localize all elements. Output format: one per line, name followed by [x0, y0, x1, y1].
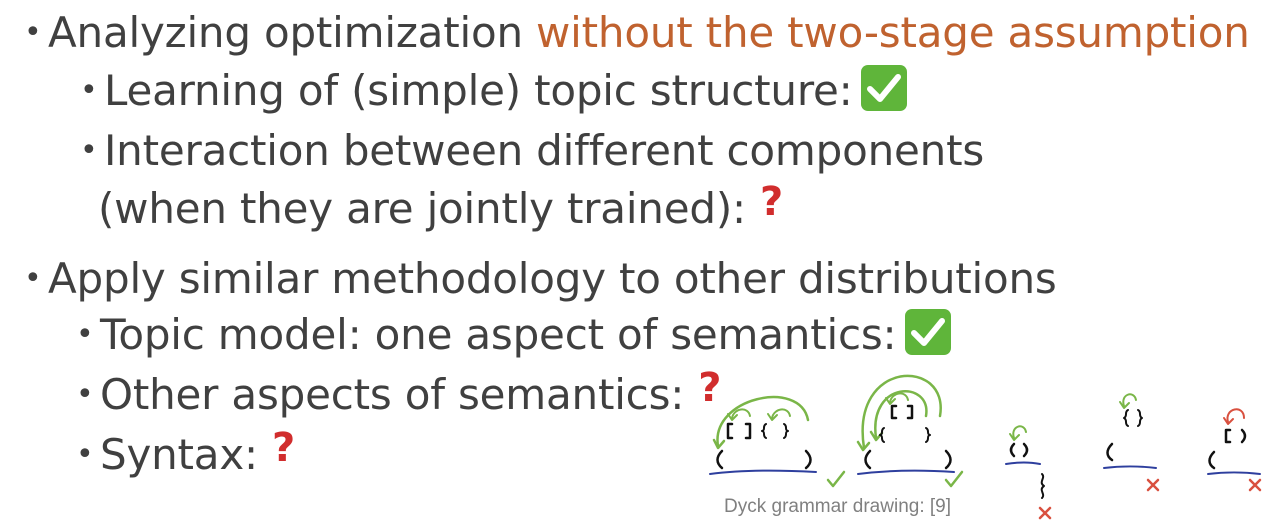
- bullet-1-accent-text: without the two-stage assumption: [536, 8, 1250, 57]
- bullet-dot: •: [24, 260, 42, 296]
- dyck-example-5: [1207, 408, 1262, 492]
- figure-caption: Dyck grammar drawing: [9]: [724, 496, 952, 517]
- bullet-2b-text: Other aspects of semantics:: [100, 370, 685, 419]
- dyck-example-2: [856, 374, 964, 488]
- bullet-2b: • Other aspects of semantics:?: [76, 365, 721, 423]
- question-mark-icon: ?: [759, 178, 783, 225]
- bullet-1a: • Learning of (simple) topic structure:: [80, 64, 907, 119]
- dyck-example-1: [709, 395, 846, 488]
- check-icon: [860, 64, 907, 111]
- bullet-2c: • Syntax:?: [76, 425, 295, 483]
- bullet-1a-text: Learning of (simple) topic structure:: [104, 66, 853, 115]
- bullet-1b-text-line2: (when they are jointly trained):: [98, 184, 746, 233]
- bullet-1: • Analyzing optimization without the two-…: [24, 8, 1250, 61]
- question-mark-icon: ?: [271, 424, 295, 471]
- bullet-2a: • Topic model: one aspect of semantics:: [76, 308, 951, 363]
- bullet-dot: •: [76, 376, 94, 412]
- bullet-dot: •: [80, 72, 98, 108]
- check-icon: [904, 308, 951, 355]
- bullet-dot: •: [76, 316, 94, 352]
- bullet-dot: •: [24, 14, 42, 50]
- dyck-example-3: [1005, 425, 1052, 520]
- bullet-dot: •: [80, 132, 98, 168]
- bullet-2: • Apply similar methodology to other dist…: [24, 254, 1057, 307]
- bullet-1-text: Analyzing optimization: [48, 8, 537, 57]
- bullet-2-text: Apply similar methodology to other distr…: [48, 254, 1057, 303]
- bullet-1b-text-line1: Interaction between different components: [104, 126, 985, 175]
- bullet-1b-continuation: (when they are jointly trained):?: [98, 179, 783, 237]
- bullet-1b: • Interaction between different component…: [80, 126, 984, 179]
- bullet-2a-text: Topic model: one aspect of semantics:: [100, 310, 897, 359]
- bullet-2c-text: Syntax:: [100, 430, 258, 479]
- dyck-example-4: [1103, 393, 1160, 492]
- bullet-dot: •: [76, 436, 94, 472]
